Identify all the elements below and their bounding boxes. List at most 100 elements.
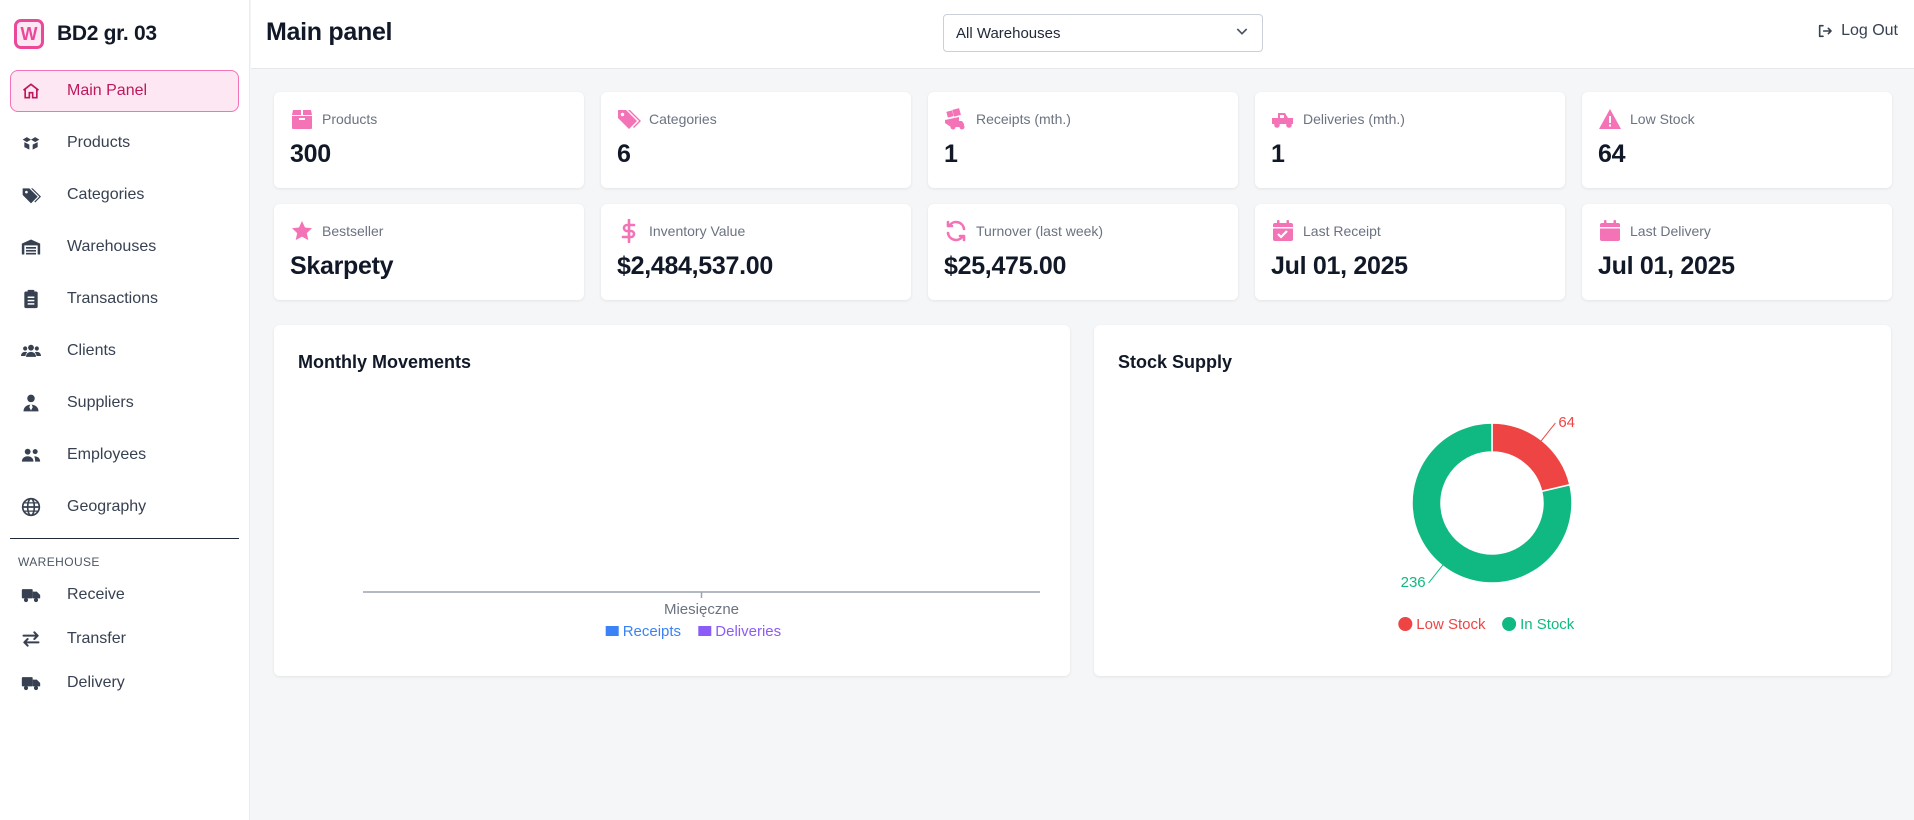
page-title: Main panel <box>266 18 393 46</box>
stat-card-last-delivery: Last Delivery Jul 01, 2025 <box>1582 204 1892 300</box>
sidebar-item-label: Products <box>67 134 131 151</box>
sidebar-item-delivery[interactable]: Delivery <box>10 665 239 701</box>
truck-pickup-icon <box>1271 107 1295 131</box>
sidebar-item-transfer[interactable]: Transfer <box>10 621 239 657</box>
sidebar-item-label: Geography <box>67 498 147 515</box>
slice-leader-line <box>1428 563 1444 584</box>
sidebar-item-categories[interactable]: Categories <box>10 174 239 216</box>
sidebar-item-suppliers[interactable]: Suppliers <box>10 382 239 424</box>
warehouse-icon <box>21 237 41 257</box>
stat-value: Jul 01, 2025 <box>1598 252 1735 280</box>
stat-label: Deliveries (mth.) <box>1303 111 1405 127</box>
sidebar-item-label: Transfer <box>67 630 126 647</box>
x-tick-label: Miesięczne <box>664 601 739 618</box>
calendar-check-icon <box>1271 219 1295 243</box>
slice-value-label: 236 <box>1401 574 1426 591</box>
stat-value: 300 <box>290 140 331 168</box>
stat-label: Products <box>322 111 378 127</box>
stat-label: Receipts (mth.) <box>976 111 1071 127</box>
logout-button[interactable]: Log Out <box>1817 22 1898 40</box>
warehouse-select[interactable]: All Warehouses <box>943 14 1263 52</box>
truck-ramp-icon <box>944 107 968 131</box>
legend-item-receipts[interactable]: Receipts <box>605 623 681 640</box>
brand-logo-icon: W <box>14 19 44 49</box>
stat-card-inventory-value: Inventory Value $2,484,537.00 <box>601 204 911 300</box>
sidebar: W BD2 gr. 03 Main Panel Products Categor… <box>0 0 250 820</box>
truck-fast-icon <box>21 673 41 693</box>
stat-card-deliveries: Deliveries (mth.) 1 <box>1255 92 1565 188</box>
stock-supply-card: Stock Supply 64 236 Low Stock In Stock <box>1094 325 1891 676</box>
sidebar-item-label: Transactions <box>67 290 158 307</box>
user-tie-icon <box>21 393 41 413</box>
sidebar-item-label: Categories <box>67 186 145 203</box>
stat-value: Jul 01, 2025 <box>1271 252 1408 280</box>
sidebar-item-label: Suppliers <box>67 394 134 411</box>
stat-card-low-stock: Low Stock 64 <box>1582 92 1892 188</box>
stat-label: Low Stock <box>1630 111 1695 127</box>
stat-card-receipts: Receipts (mth.) 1 <box>928 92 1238 188</box>
stat-label: Bestseller <box>322 223 384 239</box>
sidebar-item-main-panel[interactable]: Main Panel <box>10 70 239 112</box>
sidebar-item-label: Delivery <box>67 674 125 691</box>
sidebar-item-label: Main Panel <box>67 82 148 99</box>
user-group-icon <box>21 445 41 465</box>
slice-low-stock[interactable] <box>1491 422 1571 493</box>
sidebar-item-clients[interactable]: Clients <box>10 330 239 372</box>
brand-name: BD2 gr. 03 <box>57 22 157 45</box>
warehouse-nav: Receive Transfer Delivery <box>0 577 249 701</box>
legend-label: Deliveries <box>715 623 781 640</box>
star-icon <box>290 219 314 243</box>
sidebar-item-label: Employees <box>67 446 147 463</box>
stat-card-turnover: Turnover (last week) $25,475.00 <box>928 204 1238 300</box>
stat-value: 1 <box>1271 140 1285 168</box>
stat-card-last-receipt: Last Receipt Jul 01, 2025 <box>1255 204 1565 300</box>
sidebar-item-employees[interactable]: Employees <box>10 434 239 476</box>
legend-dot <box>1502 617 1517 631</box>
legend-swatch <box>698 626 712 636</box>
stat-value: $25,475.00 <box>944 252 1067 280</box>
tags-icon <box>21 185 41 205</box>
legend-swatch <box>605 626 619 636</box>
users-icon <box>21 341 41 361</box>
legend-dot <box>1398 617 1413 631</box>
topbar: Main panel All Warehouses Log Out <box>251 0 1914 69</box>
sidebar-item-receive[interactable]: Receive <box>10 577 239 613</box>
globe-icon <box>21 497 41 517</box>
tags-icon <box>617 107 641 131</box>
calendar-icon <box>1598 219 1622 243</box>
sidebar-item-label: Clients <box>67 342 116 359</box>
brand[interactable]: W BD2 gr. 03 <box>0 0 249 68</box>
stat-card-categories: Categories 6 <box>601 92 911 188</box>
truck-icon <box>21 585 41 605</box>
sidebar-item-products[interactable]: Products <box>10 122 239 164</box>
sidebar-section-label: WAREHOUSE <box>18 555 100 569</box>
clipboard-icon <box>21 289 41 309</box>
legend-item-in-stock[interactable]: In Stock <box>1502 616 1575 633</box>
refresh-icon <box>944 219 968 243</box>
stat-label: Categories <box>649 111 717 127</box>
arrows-exchange-icon <box>21 629 41 649</box>
sidebar-item-label: Warehouses <box>67 238 157 255</box>
monthly-movements-chart: Miesięczne Receipts Deliveries <box>363 591 1040 640</box>
legend-item-deliveries[interactable]: Deliveries <box>698 623 781 640</box>
slice-leader-line <box>1540 422 1556 443</box>
stat-value: 6 <box>617 140 631 168</box>
logout-label: Log Out <box>1841 22 1898 39</box>
stat-label: Last Receipt <box>1303 223 1381 239</box>
stat-value: 64 <box>1598 140 1626 168</box>
stat-card-products: Products 300 <box>274 92 584 188</box>
legend-label: Receipts <box>623 623 681 640</box>
stat-label: Last Delivery <box>1630 223 1711 239</box>
brand-logo-letter: W <box>20 24 38 44</box>
sidebar-item-geography[interactable]: Geography <box>10 486 239 528</box>
stat-label: Turnover (last week) <box>976 223 1104 239</box>
sidebar-item-label: Receive <box>67 586 125 603</box>
legend-label: In Stock <box>1520 616 1575 633</box>
boxes-icon <box>21 133 41 153</box>
warning-icon <box>1598 107 1622 131</box>
legend-item-low-stock[interactable]: Low Stock <box>1398 616 1486 633</box>
legend-label: Low Stock <box>1416 616 1486 633</box>
logout-icon <box>1817 23 1841 39</box>
sidebar-item-warehouses[interactable]: Warehouses <box>10 226 239 268</box>
sidebar-item-transactions[interactable]: Transactions <box>10 278 239 320</box>
